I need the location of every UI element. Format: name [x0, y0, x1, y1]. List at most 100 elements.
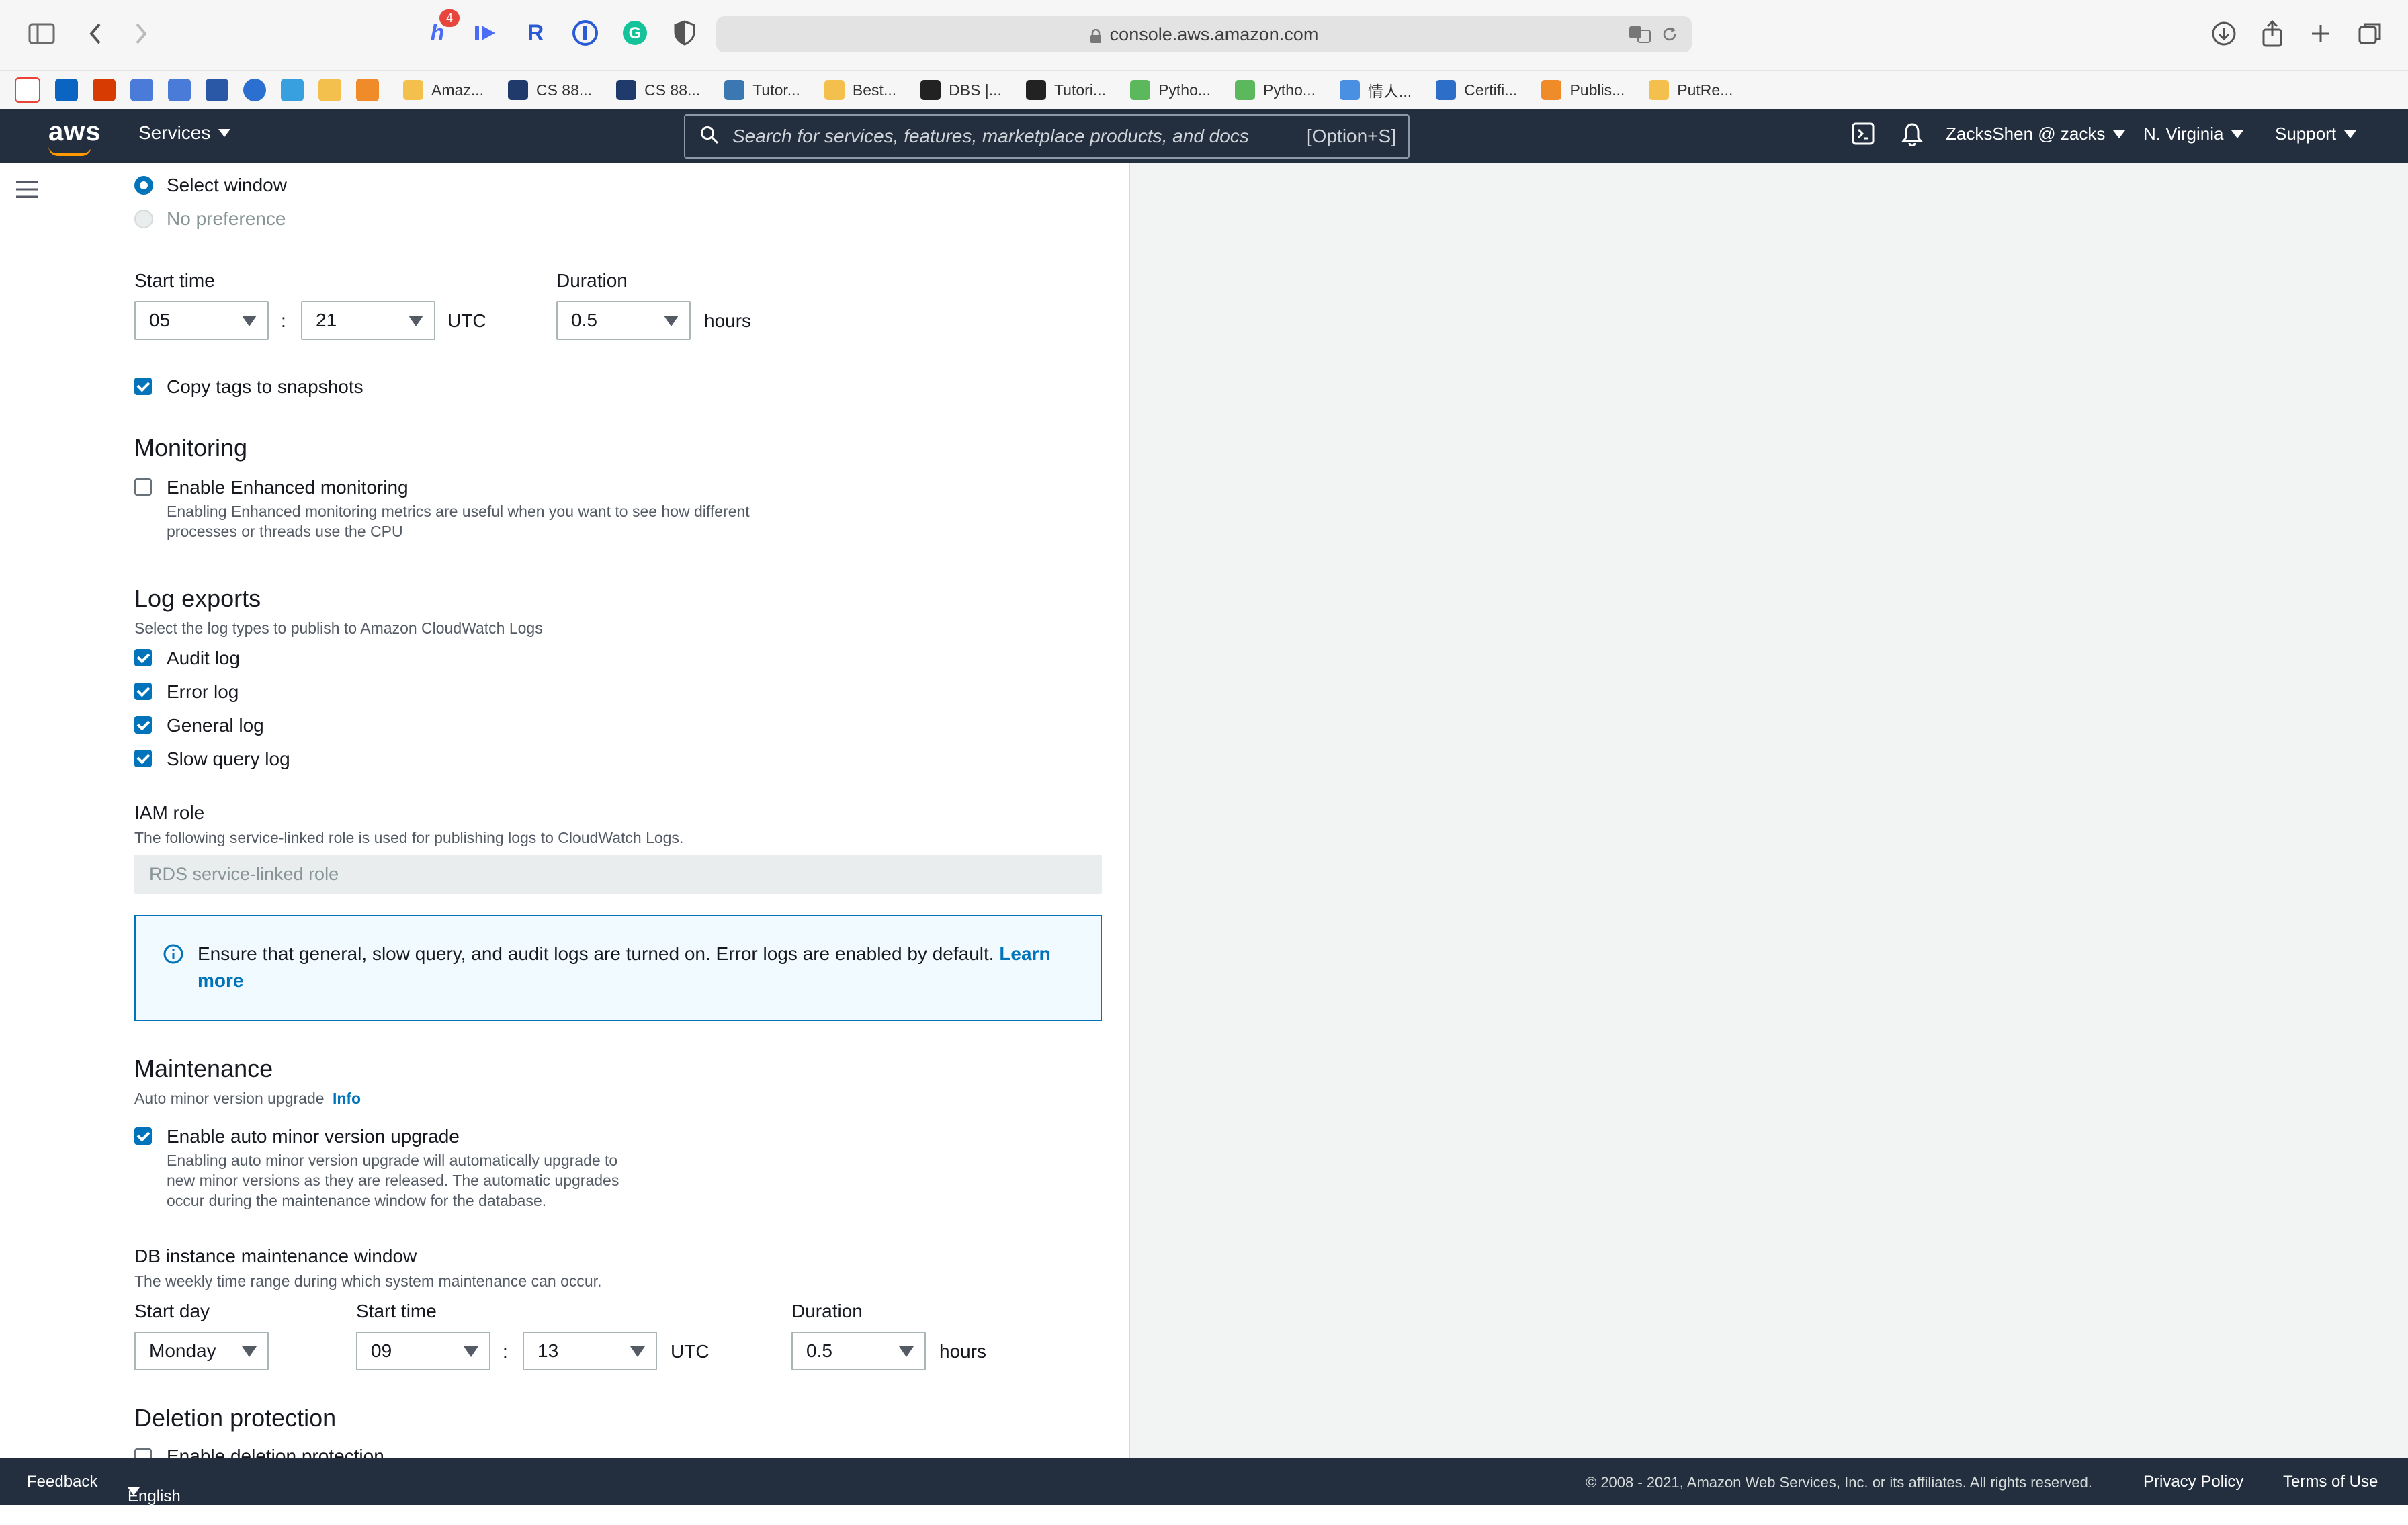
no-preference-label: No preference [167, 208, 286, 229]
no-preference-radio[interactable] [134, 210, 153, 228]
start-day-select[interactable]: Monday [134, 1332, 269, 1370]
new-tab-icon[interactable] [2303, 16, 2338, 51]
enhanced-monitoring-label: Enable Enhanced monitoring [167, 477, 408, 498]
log-exports-desc: Select the log types to publish to Amazo… [134, 619, 543, 637]
general-log-checkbox[interactable] [134, 716, 152, 734]
maintenance-minute-select[interactable]: 13 [523, 1332, 657, 1370]
slow-query-log-label: Slow query log [167, 748, 290, 769]
back-icon[interactable] [78, 16, 113, 51]
info-alert-text: Ensure that general, slow query, and aud… [198, 943, 994, 964]
search-input[interactable] [731, 125, 1307, 148]
outlook-bookmark-icon[interactable] [55, 79, 78, 101]
office-bookmark-icon[interactable] [93, 79, 116, 101]
audit-log-checkbox[interactable] [134, 649, 152, 666]
password-extension-icon[interactable] [570, 17, 601, 48]
iam-role-desc: The following service-linked role is use… [134, 829, 684, 846]
bookmark-tab[interactable]: Pytho... [1130, 80, 1211, 100]
bookmark-tab[interactable]: CS 88... [507, 80, 592, 100]
caret-down-icon [242, 1346, 257, 1357]
enhanced-monitoring-checkbox[interactable] [134, 478, 152, 496]
translate-bookmark-icon-2[interactable] [168, 79, 191, 101]
auto-minor-upgrade-desc-1: Enabling auto minor version upgrade will… [167, 1151, 618, 1169]
search-shortcut: [Option+S] [1306, 126, 1396, 146]
sync-bookmark-icon[interactable] [243, 79, 266, 101]
caret-down-icon [2344, 130, 2357, 138]
bookmark-tab[interactable]: Publis... [1541, 80, 1625, 100]
privacy-policy-link[interactable]: Privacy Policy [2143, 1473, 2243, 1491]
enhanced-monitoring-desc-2: processes or threads use the CPU [167, 523, 403, 540]
maintenance-hour-select[interactable]: 09 [356, 1332, 490, 1370]
bookmark-tab[interactable]: 情人... [1340, 79, 1412, 101]
bookmark-tab[interactable]: Amaz... [403, 80, 484, 100]
app-bookmark-icon[interactable] [206, 79, 228, 101]
copy-tags-checkbox[interactable] [134, 378, 152, 395]
translate-bookmark-icon[interactable] [130, 79, 153, 101]
support-menu[interactable]: Support [2275, 124, 2357, 144]
forward-icon[interactable] [124, 16, 159, 51]
iam-role-field: RDS service-linked role [134, 855, 1102, 894]
content-gutter [54, 163, 107, 1458]
backup-duration-select[interactable]: 0.5 [556, 301, 691, 340]
download-icon[interactable] [2206, 16, 2241, 51]
bookmark-tab[interactable]: Tutor... [724, 80, 800, 100]
tab-overview-icon[interactable] [2353, 16, 2388, 51]
sidebar-rail [0, 163, 55, 1458]
slow-query-log-checkbox[interactable] [134, 750, 152, 767]
url-text: console.aws.amazon.com [1109, 24, 1319, 44]
bookmark-tab[interactable]: PutRe... [1649, 80, 1733, 100]
maintenance-heading: Maintenance [134, 1055, 273, 1082]
bookmark-tab[interactable]: Tutori... [1025, 80, 1106, 100]
feedback-link[interactable]: Feedback [27, 1473, 97, 1491]
auto-minor-upgrade-checkbox[interactable] [134, 1127, 152, 1145]
bookmark-tab[interactable]: DBS |... [920, 80, 1002, 100]
terms-of-use-link[interactable]: Terms of Use [2283, 1473, 2378, 1491]
reload-icon[interactable] [1661, 26, 1678, 48]
info-link[interactable]: Info [333, 1090, 361, 1107]
bookmark-tab[interactable]: CS 88... [616, 80, 700, 100]
maintenance-window-title: DB instance maintenance window [134, 1246, 417, 1266]
cube-bookmark-icon[interactable] [356, 79, 379, 101]
auto-minor-version-label: Auto minor version upgrade Info [134, 1090, 361, 1107]
select-window-radio[interactable] [134, 176, 153, 195]
gmail-bookmark-icon[interactable] [15, 77, 40, 103]
address-bar[interactable]: console.aws.amazon.com [716, 16, 1692, 52]
maintenance-duration-select[interactable]: 0.5 [791, 1332, 926, 1370]
aws-logo[interactable]: aws [48, 117, 101, 147]
cloudshell-icon[interactable] [1852, 122, 1875, 145]
maintenance-utc-label: UTC [671, 1341, 710, 1362]
auto-minor-upgrade-desc-2: new minor versions as they are released.… [167, 1172, 619, 1189]
r-extension-icon[interactable]: R [520, 17, 551, 48]
browser-toolbar: h 4 R G console.aws.amazon.com [0, 0, 2408, 70]
region-menu[interactable]: N. Virginia [2143, 124, 2244, 144]
svg-text:G: G [629, 24, 642, 42]
caret-down-icon [218, 129, 231, 137]
caret-down-icon [630, 1346, 645, 1357]
translate-icon[interactable] [1629, 26, 1651, 48]
sidebar-toggle-icon[interactable] [24, 16, 59, 51]
deletion-protection-checkbox[interactable] [134, 1448, 152, 1458]
caret-down-icon [2231, 130, 2244, 138]
search-box[interactable]: [Option+S] [684, 114, 1410, 159]
account-menu[interactable]: ZacksShen @ zacks [1946, 124, 2126, 144]
aws-logo-smile [48, 146, 91, 156]
bookmark-tab[interactable]: Pytho... [1235, 80, 1316, 100]
arrow-bookmark-icon[interactable] [281, 79, 304, 101]
media-extension-icon[interactable] [470, 17, 501, 48]
bookmark-tab[interactable]: Best... [824, 80, 896, 100]
lock-icon [1090, 28, 1102, 43]
home-icon [1340, 80, 1361, 100]
bookmark-tab[interactable]: Certifi... [1436, 80, 1517, 100]
error-log-checkbox[interactable] [134, 683, 152, 700]
enhanced-monitoring-desc-1: Enabling Enhanced monitoring metrics are… [167, 503, 750, 520]
notifications-bell-icon[interactable] [1901, 122, 1923, 146]
copyright-text: © 2008 - 2021, Amazon Web Services, Inc.… [1586, 1474, 2092, 1491]
backup-utc-label: UTC [447, 310, 486, 331]
backup-hour-select[interactable]: 05 [134, 301, 269, 340]
hamburger-menu-icon[interactable] [16, 180, 38, 202]
services-menu-button[interactable]: Services [138, 122, 231, 144]
backup-minute-select[interactable]: 21 [301, 301, 435, 340]
box-bookmark-icon[interactable] [318, 79, 341, 101]
shield-extension-icon[interactable] [669, 17, 700, 48]
grammarly-extension-icon[interactable]: G [619, 17, 650, 48]
share-icon[interactable] [2255, 16, 2290, 51]
